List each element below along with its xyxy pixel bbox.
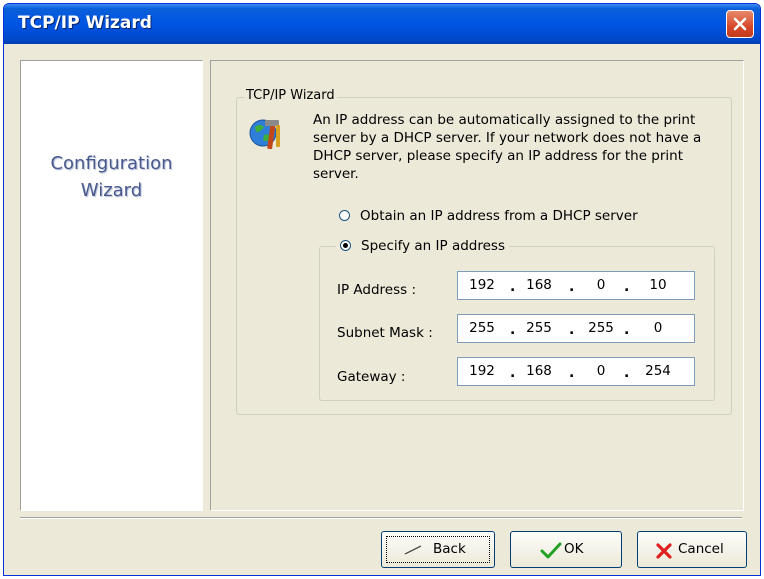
gw-dot: . [510,365,516,381]
sidebar-title-line1: Configuration [50,153,173,174]
mask-octet-3[interactable]: 255 [581,320,621,336]
ip-octet-2[interactable]: 168 [519,277,559,293]
ok-button-label: OK [564,541,584,557]
gw-octet-1[interactable]: 192 [462,363,502,379]
mask-dot: . [510,322,516,338]
radio-dhcp-circle[interactable] [339,210,350,221]
dhcp-description: An IP address can be automatically assig… [313,112,702,182]
gw-octet-4[interactable]: 254 [638,363,678,379]
mask-octet-4[interactable]: 0 [638,320,678,336]
gw-dot: . [569,365,575,381]
gateway-input[interactable]: 192 . 168 . 0 . 254 [457,357,695,386]
groupbox-legend: TCP/IP Wizard [244,88,337,103]
mask-dot: . [569,322,575,338]
radio-specify-ip-circle[interactable] [340,240,351,251]
ip-dot: . [510,279,516,295]
sidebar-title-line2: Wizard [80,180,143,201]
radio-dhcp-label: Obtain an IP address from a DHCP server [360,208,638,224]
sidebar-panel: Configuration Wizard [20,60,203,511]
checkmark-icon [540,542,562,559]
ip-octet-1[interactable]: 192 [462,277,502,293]
ip-octet-4[interactable]: 10 [638,277,678,293]
mask-octet-2[interactable]: 255 [519,320,559,336]
ip-dot: . [569,279,575,295]
mask-octet-1[interactable]: 255 [462,320,502,336]
ip-address-input[interactable]: 192 . 168 . 0 . 10 [457,271,695,300]
subnet-mask-input[interactable]: 255 . 255 . 255 . 0 [457,314,695,343]
subnet-mask-label: Subnet Mask : [337,325,433,341]
cancel-x-icon [656,543,672,559]
close-icon [733,17,747,31]
gw-octet-2[interactable]: 168 [519,363,559,379]
cancel-button[interactable]: Cancel [637,531,747,568]
network-settings-icon [249,119,280,150]
back-button-label: Back [433,541,466,557]
close-button[interactable] [726,10,754,38]
gateway-label: Gateway : [337,369,406,385]
gw-dot: . [624,365,630,381]
gw-octet-3[interactable]: 0 [581,363,621,379]
ip-octet-3[interactable]: 0 [581,277,621,293]
back-arrow-icon [404,545,422,555]
radio-dhcp[interactable]: Obtain an IP address from a DHCP server [339,208,642,224]
cancel-button-label: Cancel [678,541,724,557]
ip-address-label: IP Address : [337,282,417,298]
radio-specify-ip[interactable]: Specify an IP address [336,238,509,254]
title-bar[interactable]: TCP/IP Wizard [4,4,760,44]
window-title: TCP/IP Wizard [18,13,152,33]
radio-specify-ip-label: Specify an IP address [361,238,505,254]
footer-divider [20,517,742,519]
ip-dot: . [624,279,630,295]
ok-button[interactable]: OK [510,531,622,568]
mask-dot: . [624,322,630,338]
back-button[interactable]: Back [381,531,495,568]
